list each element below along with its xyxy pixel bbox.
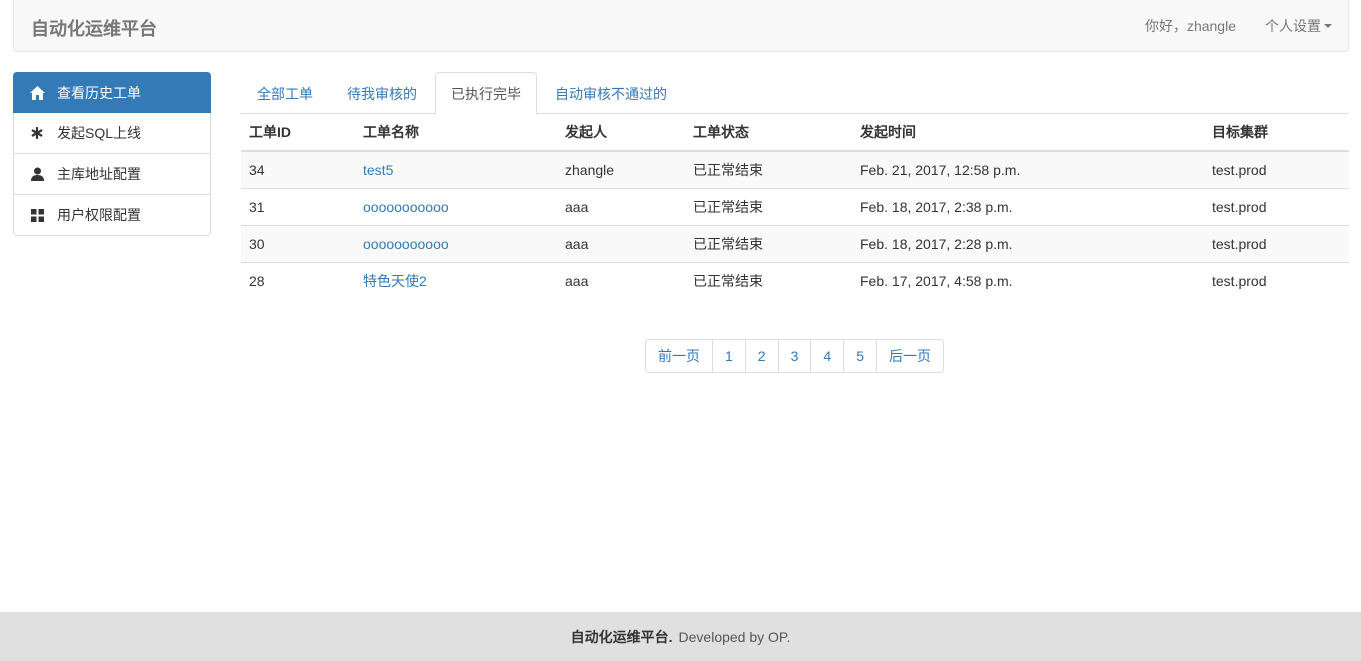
cell-time: Feb. 18, 2017, 2:28 p.m. [852,224,1204,262]
cell-time: Feb. 21, 2017, 12:58 p.m. [852,150,1204,188]
column-header-name: 工单名称 [355,114,557,152]
greeting-text: 你好，zhangle [1144,18,1236,34]
cell-status: 已正常结束 [685,261,852,299]
prev-page-button[interactable]: 前一页 [645,339,713,373]
cell-cluster: test.prod [1204,261,1349,299]
column-header-initiator: 发起人 [557,114,685,152]
sidebar-item-label: 用户权限配置 [57,207,141,223]
cell-id: 28 [241,261,355,299]
cell-id: 30 [241,224,355,262]
caret-down-icon [1324,24,1332,28]
column-header-id: 工单ID [241,114,355,152]
cell-id: 31 [241,187,355,225]
footer-credit: Developed by OP. [678,628,791,645]
page-button-4[interactable]: 4 [810,339,845,373]
cell-initiator: aaa [557,261,685,299]
column-header-status: 工单状态 [685,114,852,152]
pagination: 前一页 1 2 3 4 5 后一页 [645,339,944,373]
page-button-1[interactable]: 1 [712,339,746,373]
footer: 自动化运维平台. Developed by OP. [0,612,1361,661]
cell-initiator: aaa [557,187,685,225]
cell-time: Feb. 17, 2017, 4:58 p.m. [852,261,1204,299]
main-content: 全部工单 待我审核的 已执行完毕 自动审核不通过的 工单ID 工单名称 发起人 … [241,72,1349,299]
tickets-table: 工单ID 工单名称 发起人 工单状态 发起时间 目标集群 34 test5 zh… [241,114,1349,299]
tab-auto-review-failed[interactable]: 自动审核不通过的 [539,72,683,114]
cell-status: 已正常结束 [685,150,852,188]
cell-status: 已正常结束 [685,224,852,262]
sidebar-item-history[interactable]: 查看历史工单 [13,72,211,113]
home-icon [29,85,45,101]
table-row: 30 ooooooooooo aaa 已正常结束 Feb. 18, 2017, … [241,224,1349,262]
user-icon [29,166,45,182]
page-button-3[interactable]: 3 [777,339,812,373]
brand-title[interactable]: 自动化运维平台 [31,15,157,41]
table-row: 34 test5 zhangle 已正常结束 Feb. 21, 2017, 12… [241,150,1349,188]
ticket-name-link[interactable]: ooooooooooo [363,236,449,252]
column-header-time: 发起时间 [852,114,1204,152]
cell-initiator: zhangle [557,150,685,188]
asterisk-icon [29,125,45,141]
column-header-cluster: 目标集群 [1204,114,1349,152]
tab-executed[interactable]: 已执行完毕 [435,72,537,115]
cell-time: Feb. 18, 2017, 2:38 p.m. [852,187,1204,225]
next-page-button[interactable]: 后一页 [875,339,944,373]
sidebar-item-label: 发起SQL上线 [57,125,142,141]
cell-initiator: aaa [557,224,685,262]
grid-icon [29,207,45,223]
cell-cluster: test.prod [1204,224,1349,262]
table-row: 28 特色天使2 aaa 已正常结束 Feb. 17, 2017, 4:58 p… [241,261,1349,299]
sidebar-item-label: 主库地址配置 [57,166,141,182]
ticket-name-link[interactable]: test5 [363,162,393,178]
table-row: 31 ooooooooooo aaa 已正常结束 Feb. 18, 2017, … [241,187,1349,225]
sidebar-item-master-config[interactable]: 主库地址配置 [13,154,211,195]
tab-all-tickets[interactable]: 全部工单 [241,72,329,114]
page-button-2[interactable]: 2 [744,339,779,373]
navbar: 自动化运维平台 你好，zhangle 个人设置 [13,0,1349,52]
page-button-5[interactable]: 5 [843,339,877,373]
sidebar: 查看历史工单 发起SQL上线 主库地址配置 用户权限配置 [13,72,211,236]
ticket-name-link[interactable]: ooooooooooo [363,199,449,215]
sidebar-item-user-permissions[interactable]: 用户权限配置 [13,195,211,236]
footer-brand: 自动化运维平台. [570,628,673,645]
cell-id: 34 [241,150,355,188]
settings-label: 个人设置 [1265,18,1321,34]
sidebar-item-submit-sql[interactable]: 发起SQL上线 [13,113,211,154]
cell-cluster: test.prod [1204,150,1349,188]
ticket-name-link[interactable]: 特色天使2 [363,273,427,289]
tab-pending-my-review[interactable]: 待我审核的 [331,72,433,114]
table-header-row: 工单ID 工单名称 发起人 工单状态 发起时间 目标集群 [241,114,1349,152]
tab-bar: 全部工单 待我审核的 已执行完毕 自动审核不通过的 [241,72,1349,115]
cell-status: 已正常结束 [685,187,852,225]
personal-settings-dropdown[interactable]: 个人设置 [1265,16,1332,36]
cell-cluster: test.prod [1204,187,1349,225]
navbar-right: 你好，zhangle 个人设置 [1145,0,1348,52]
sidebar-item-label: 查看历史工单 [57,84,141,101]
